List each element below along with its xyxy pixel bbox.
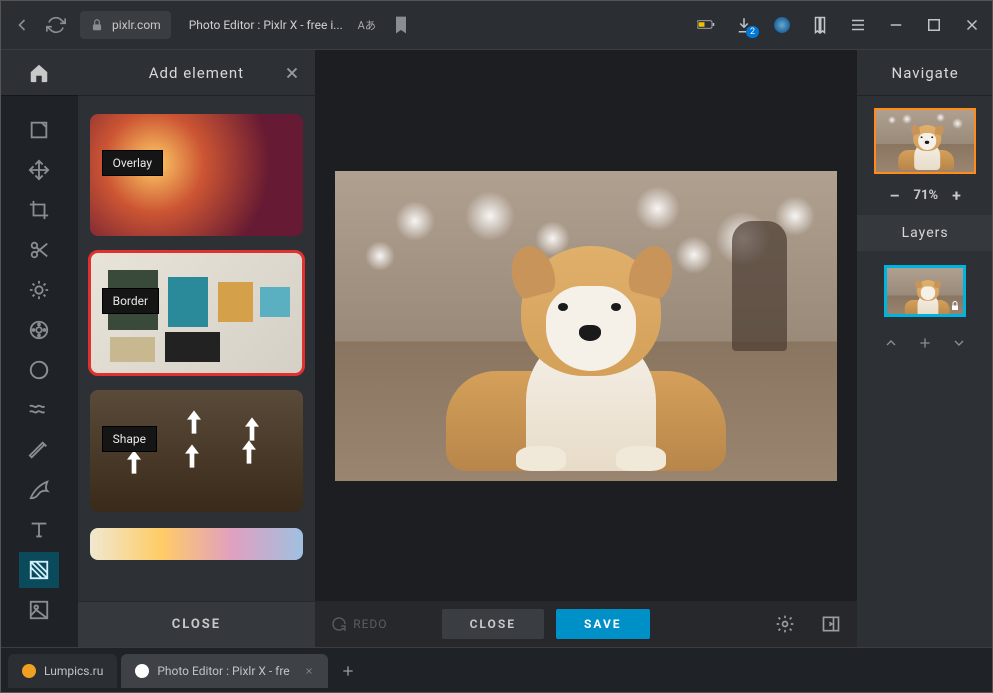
download-badge: 2 xyxy=(746,26,759,38)
tool-draw[interactable] xyxy=(19,472,59,508)
close-button[interactable]: CLOSE xyxy=(442,609,544,639)
tool-liquify[interactable] xyxy=(19,392,59,428)
panel-title: Add element xyxy=(149,64,244,82)
zoom-out-button[interactable]: – xyxy=(889,186,899,205)
battery-icon xyxy=(697,16,715,34)
tool-add-image[interactable] xyxy=(19,592,59,628)
download-icon[interactable]: 2 xyxy=(735,16,753,34)
tool-add-element[interactable] xyxy=(19,552,59,588)
profile-icon[interactable] xyxy=(773,16,791,34)
layer-thumbnail[interactable] xyxy=(884,265,966,317)
translate-icon[interactable]: Aあ xyxy=(357,15,377,35)
category-label: Shape xyxy=(102,426,157,452)
tool-adjust[interactable] xyxy=(19,272,59,308)
home-button[interactable] xyxy=(19,55,59,91)
browser-tab[interactable]: Lumpics.ru xyxy=(8,654,117,688)
layer-add-icon[interactable] xyxy=(917,335,933,351)
settings-icon[interactable] xyxy=(775,614,795,634)
tool-filter[interactable] xyxy=(19,352,59,388)
maximize-icon[interactable] xyxy=(925,16,943,34)
canvas-area: REDO CLOSE SAVE xyxy=(315,50,857,647)
layer-controls xyxy=(857,327,993,359)
category-sticker-partial[interactable] xyxy=(90,528,304,560)
toggle-panel-icon[interactable] xyxy=(821,614,841,634)
lock-icon xyxy=(90,18,104,32)
tab-label: Lumpics.ru xyxy=(44,664,103,678)
panel-close-button[interactable] xyxy=(283,64,301,82)
layer-up-icon[interactable] xyxy=(883,335,899,351)
category-label: Overlay xyxy=(102,150,163,176)
tool-crop[interactable] xyxy=(19,192,59,228)
save-button[interactable]: SAVE xyxy=(556,609,650,639)
tool-cutout[interactable] xyxy=(19,232,59,268)
category-shape[interactable]: Shape xyxy=(90,390,304,512)
tool-sidebar xyxy=(0,50,78,647)
favicon xyxy=(22,664,36,678)
new-tab-button[interactable] xyxy=(334,657,362,685)
panel-header: Add element xyxy=(78,50,316,96)
browser-tab[interactable]: Photo Editor : Pixlr X - fre xyxy=(121,654,327,688)
menu-icon[interactable] xyxy=(849,16,867,34)
page-title: Photo Editor : Pixlr X - free i... xyxy=(189,18,343,32)
tool-move[interactable] xyxy=(19,152,59,188)
url-box[interactable]: pixlr.com xyxy=(80,11,171,39)
navigator-thumbnail[interactable] xyxy=(874,108,976,174)
zoom-value: 71% xyxy=(914,188,939,203)
back-button[interactable] xyxy=(12,15,32,35)
navigate-header: Navigate xyxy=(857,50,993,96)
window-close-icon[interactable] xyxy=(963,16,981,34)
category-label: Border xyxy=(102,288,159,314)
right-panel: Navigate – 71% + Layers xyxy=(857,50,993,647)
layer-down-icon[interactable] xyxy=(951,335,967,351)
category-overlay[interactable]: Overlay xyxy=(90,114,304,236)
minimize-icon[interactable] xyxy=(887,16,905,34)
canvas-image[interactable] xyxy=(335,171,837,481)
tool-arrange[interactable] xyxy=(19,112,59,148)
redo-button[interactable]: REDO xyxy=(331,616,387,632)
canvas-viewport[interactable] xyxy=(315,50,857,601)
lock-icon xyxy=(949,300,961,312)
category-border[interactable]: Border xyxy=(90,252,304,374)
add-element-panel: Add element Overlay Border Shape CLOSE xyxy=(78,50,316,647)
tool-effect[interactable] xyxy=(19,312,59,348)
browser-toolbar: pixlr.com Photo Editor : Pixlr X - free … xyxy=(0,0,993,50)
canvas-footer: REDO CLOSE SAVE xyxy=(315,601,857,647)
bookmark-icon[interactable] xyxy=(391,15,411,35)
tab-close-icon[interactable] xyxy=(304,666,314,676)
tool-retouch[interactable] xyxy=(19,432,59,468)
zoom-in-button[interactable]: + xyxy=(952,186,961,205)
favicon xyxy=(135,664,149,678)
zoom-controls: – 71% + xyxy=(857,182,993,215)
tool-text[interactable] xyxy=(19,512,59,548)
tabs-bar: Lumpics.ru Photo Editor : Pixlr X - fre xyxy=(0,647,993,693)
reload-button[interactable] xyxy=(46,15,66,35)
tab-label: Photo Editor : Pixlr X - fre xyxy=(157,664,289,678)
panel-close-footer[interactable]: CLOSE xyxy=(78,601,316,647)
url-host: pixlr.com xyxy=(112,18,161,32)
collections-icon[interactable] xyxy=(811,16,829,34)
layers-header: Layers xyxy=(857,215,993,251)
